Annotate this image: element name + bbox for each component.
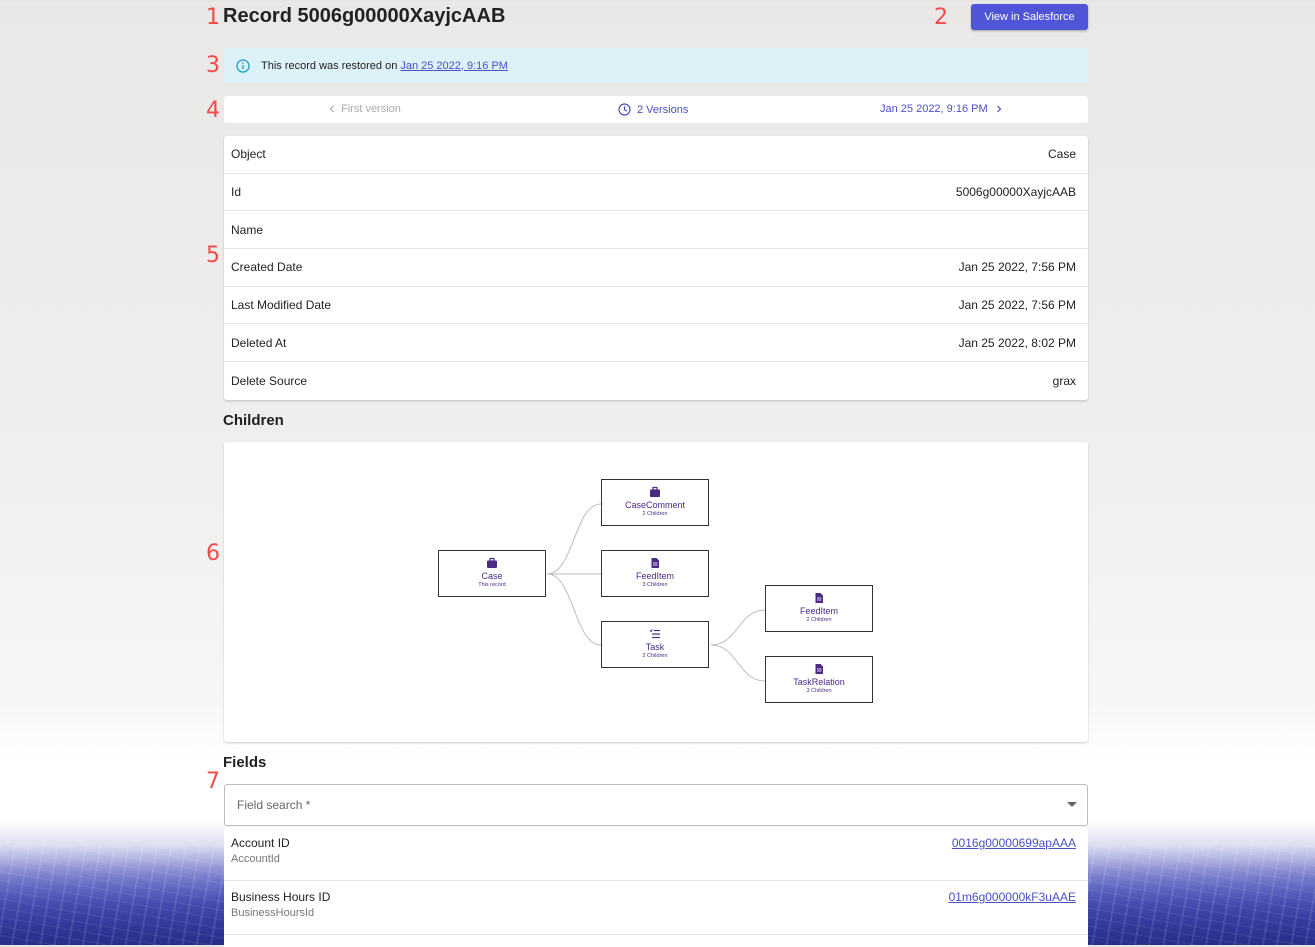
chevron-right-icon	[996, 105, 1001, 113]
field-name: Account ID	[231, 836, 290, 850]
field-api-name: BusinessHoursId	[231, 907, 315, 919]
field-row: Business Hours ID BusinessHoursId 01m6g000…	[224, 881, 1088, 935]
node-sublabel: 3 Children	[642, 582, 668, 588]
marker-2: 2	[934, 5, 948, 30]
detail-row: Object Case	[224, 136, 1088, 174]
detail-value: Jan 25 2022, 7:56 PM	[958, 260, 1076, 275]
detail-value: grax	[1052, 373, 1076, 388]
detail-label: Created Date	[231, 260, 303, 275]
versions-count-button[interactable]: 2 Versions	[618, 103, 688, 116]
node-label: Task	[645, 642, 665, 652]
node-sublabel: 2 Children	[642, 511, 668, 517]
alert-text: This record was restored on	[261, 59, 398, 72]
briefcase-icon	[439, 557, 545, 569]
field-name: Business Hours ID	[231, 890, 331, 904]
restored-alert: This record was restored on Jan 25 2022,…	[224, 48, 1088, 83]
fields-list: Account ID AccountId 0016g00000699apAAA Bus…	[224, 827, 1088, 947]
marker-7: 7	[206, 769, 220, 794]
previous-version-button[interactable]: First version	[329, 103, 401, 115]
graph-node-feeditem[interactable]: FeedItem 2 Children	[765, 585, 873, 632]
graph-node-task[interactable]: Task 2 Children	[601, 621, 709, 668]
marker-3: 3	[206, 53, 220, 78]
field-api-name: AccountId	[231, 853, 280, 865]
detail-row: Delete Source grax	[224, 362, 1088, 400]
node-sublabel: 3 Children	[806, 688, 832, 694]
edge-task-taskrelation	[710, 644, 766, 682]
detail-value: Jan 25 2022, 8:02 PM	[958, 335, 1076, 350]
node-label: FeedItem	[635, 571, 675, 581]
detail-row: Last Modified Date Jan 25 2022, 7:56 PM	[224, 287, 1088, 325]
chevron-left-icon	[329, 105, 334, 113]
info-icon	[236, 58, 250, 73]
document-icon	[766, 592, 872, 604]
graph-node-case[interactable]: Case This record	[438, 550, 546, 597]
briefcase-icon	[602, 486, 708, 498]
detail-value: Jan 25 2022, 7:56 PM	[958, 298, 1076, 313]
field-value-link[interactable]: 01m6g000000kF3uAAE	[949, 890, 1076, 904]
marker-1: 1	[206, 5, 220, 30]
graph-node-casecomment[interactable]: CaseComment 2 Children	[601, 479, 709, 526]
document-icon	[766, 663, 872, 675]
field-search-select[interactable]	[224, 784, 1088, 826]
node-sublabel: 2 Children	[806, 617, 832, 623]
detail-label: Name	[231, 222, 264, 237]
page-title: Record 5006g00000XayjcAAB	[223, 5, 506, 27]
detail-row: Created Date Jan 25 2022, 7:56 PM	[224, 249, 1088, 287]
detail-label: Delete Source	[231, 373, 308, 388]
tasklist-icon	[602, 628, 708, 640]
children-heading: Children	[223, 412, 284, 429]
record-details-table: Object Case Id 5006g00000XayjcAAB Name Create…	[224, 136, 1088, 400]
dropdown-arrow-icon[interactable]	[1067, 802, 1077, 808]
field-row: Account ID AccountId 0016g00000699apAAA	[224, 827, 1088, 881]
children-graph: Case This record CaseComment 2 Children Feed…	[224, 442, 1088, 742]
node-label: FeedItem	[799, 606, 839, 616]
detail-value: 5006g00000XayjcAAB	[955, 185, 1076, 200]
edge-case-task	[546, 573, 602, 646]
edge-case-casecomment	[546, 503, 602, 575]
version-navigator: First version 2 Versions Jan 25 2022, 9:…	[224, 96, 1088, 123]
previous-version-label: First version	[341, 103, 401, 115]
field-search-input[interactable]	[235, 797, 997, 813]
marker-6: 6	[206, 541, 220, 566]
versions-count-label: 2 Versions	[637, 103, 689, 116]
node-sublabel: 2 Children	[642, 653, 668, 659]
detail-value: Case	[1047, 147, 1076, 162]
graph-node-feeditem[interactable]: FeedItem 3 Children	[601, 550, 709, 597]
detail-label: Id	[231, 185, 242, 200]
detail-row: Id 5006g00000XayjcAAB	[224, 174, 1088, 212]
view-in-salesforce-button[interactable]: View in Salesforce	[971, 4, 1088, 30]
next-version-button[interactable]: Jan 25 2022, 9:16 PM	[880, 103, 1002, 115]
field-value-link[interactable]: 0016g00000699apAAA	[952, 836, 1076, 850]
next-version-label: Jan 25 2022, 9:16 PM	[880, 103, 988, 115]
detail-label: Last Modified Date	[231, 298, 332, 313]
detail-row: Name	[224, 211, 1088, 250]
node-label: CaseComment	[624, 500, 686, 510]
graph-node-taskrelation[interactable]: TaskRelation 3 Children	[765, 656, 873, 703]
marker-5: 5	[206, 243, 220, 268]
detail-label: Deleted At	[231, 335, 287, 350]
node-label: TaskRelation	[793, 677, 845, 687]
node-sublabel: This record	[478, 582, 506, 588]
node-label: Case	[481, 571, 503, 581]
edge-task-feeditem	[710, 609, 766, 646]
fields-heading: Fields	[223, 754, 267, 771]
clock-icon	[618, 103, 631, 116]
restored-date-link[interactable]: Jan 25 2022, 9:16 PM	[400, 60, 508, 72]
document-icon	[602, 557, 708, 569]
detail-label: Object	[231, 147, 266, 162]
field-row	[224, 935, 1088, 947]
detail-row: Deleted At Jan 25 2022, 8:02 PM	[224, 324, 1088, 363]
marker-4: 4	[206, 98, 220, 123]
